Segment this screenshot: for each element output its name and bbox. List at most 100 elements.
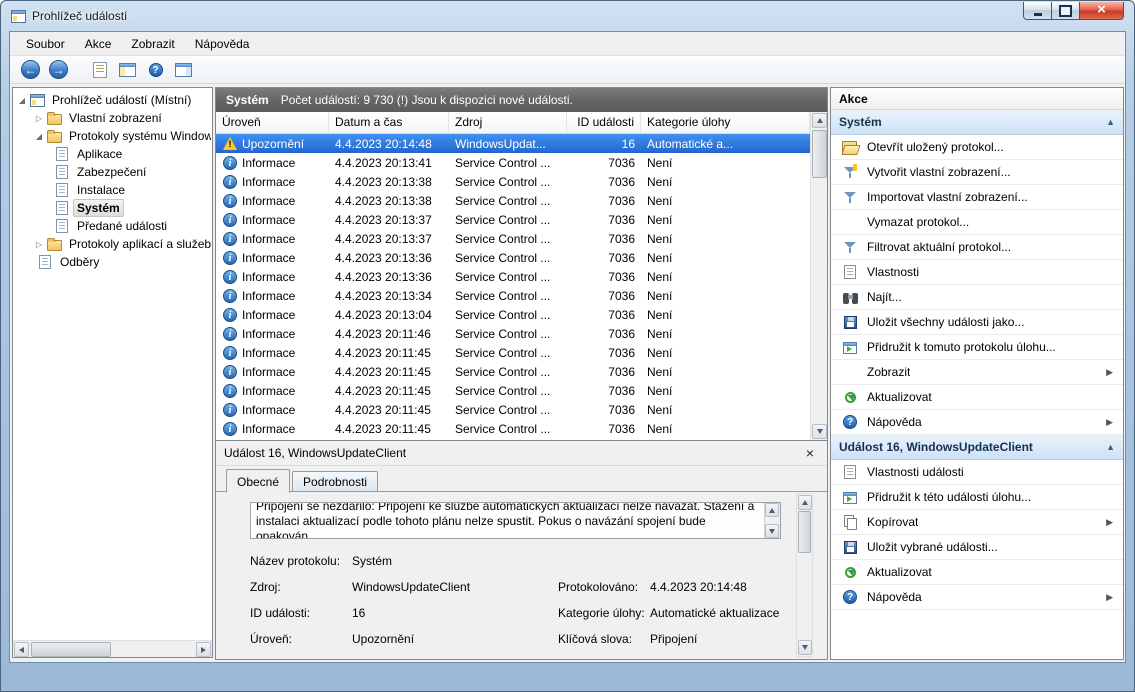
action-section-ud-lost-16-windowsupdateclient[interactable]: Událost 16, WindowsUpdateClient▲	[831, 435, 1123, 460]
tree-item-zabezpe-en[interactable]: Zabezpečení	[14, 163, 211, 181]
forward-button[interactable]	[46, 58, 71, 82]
action-n-pov-da[interactable]: Nápověda▶	[831, 410, 1123, 435]
menu-napoveda[interactable]: Nápověda	[185, 34, 260, 54]
help-button[interactable]	[143, 58, 168, 82]
column-header-zdroj[interactable]: Zdroj	[449, 112, 567, 133]
action-label: Zobrazit	[867, 365, 910, 379]
action-filtrovat-aktu-ln-protokol[interactable]: Filtrovat aktuální protokol...	[831, 235, 1123, 260]
event-id: 7036	[567, 251, 641, 265]
tab-obecn[interactable]: Obecné	[226, 469, 290, 493]
tab-podrobnosti[interactable]: Podrobnosti	[292, 471, 378, 492]
column-header-kategorie-lohy[interactable]: Kategorie úlohy	[641, 112, 810, 133]
scroll-up-button[interactable]	[812, 113, 827, 128]
collapse-section-icon[interactable]: ▲	[1106, 117, 1115, 127]
menu-zobrazit[interactable]: Zobrazit	[121, 34, 184, 54]
event-level: Informace	[242, 213, 295, 227]
action-aktualizovat[interactable]: Aktualizovat	[831, 385, 1123, 410]
field-label	[558, 554, 650, 568]
event-datetime: 4.4.2023 20:13:41	[329, 156, 449, 170]
action-vytvo-it-vlastn-zobrazen[interactable]: Vytvořit vlastní zobrazení...	[831, 160, 1123, 185]
column-header-datum-a-as[interactable]: Datum a čas	[329, 112, 449, 133]
scroll-thumb[interactable]	[812, 130, 827, 178]
action-aktualizovat[interactable]: Aktualizovat	[831, 560, 1123, 585]
action-ulo-it-vybran-ud-losti[interactable]: Uložit vybrané události...	[831, 535, 1123, 560]
event-row[interactable]: Informace4.4.2023 20:13:04Service Contro…	[216, 305, 827, 324]
tree-item-protokoly-syst-mu-windows[interactable]: ◢Protokoly systému Windows	[14, 127, 211, 145]
event-row[interactable]: Informace4.4.2023 20:13:36Service Contro…	[216, 267, 827, 286]
scroll-down-button[interactable]	[812, 424, 827, 439]
tree-item-aplikace[interactable]: Aplikace	[14, 145, 211, 163]
scroll-thumb[interactable]	[798, 511, 811, 553]
close-button[interactable]	[1079, 2, 1124, 20]
event-row[interactable]: Informace4.4.2023 20:13:34Service Contro…	[216, 286, 827, 305]
event-row[interactable]: Informace4.4.2023 20:11:45Service Contro…	[216, 400, 827, 419]
scroll-down-button[interactable]	[798, 640, 812, 655]
column-header-rove[interactable]: Úroveň	[216, 112, 329, 133]
action-kop-rovat[interactable]: Kopírovat▶	[831, 510, 1123, 535]
scroll-down-button[interactable]	[765, 524, 779, 538]
action-vlastnosti[interactable]: Vlastnosti	[831, 260, 1123, 285]
event-source: Service Control ...	[449, 213, 567, 227]
expand-node-icon[interactable]: ▷	[33, 114, 45, 123]
action-otev-t-ulo-en-protokol[interactable]: Otevřít uložený protokol...	[831, 135, 1123, 160]
field-value: Připojení	[650, 632, 781, 646]
collapse-node-icon[interactable]: ◢	[33, 132, 45, 141]
back-button[interactable]	[18, 58, 43, 82]
tree-item-instalace[interactable]: Instalace	[14, 181, 211, 199]
action-p-idru-it-k-t-to-ud-losti-lohu[interactable]: Přidružit k této události úlohu...	[831, 485, 1123, 510]
tree-item-vlastn-zobrazen[interactable]: ▷Vlastní zobrazení	[14, 109, 211, 127]
tree-item-protokoly-aplikac-a-slu-eb[interactable]: ▷Protokoly aplikací a služeb	[14, 235, 211, 253]
scroll-right-button[interactable]	[196, 642, 211, 657]
maximize-button[interactable]	[1051, 2, 1080, 20]
event-row[interactable]: Informace4.4.2023 20:11:46Service Contro…	[216, 324, 827, 343]
description-scrollbar[interactable]	[764, 503, 780, 538]
horizontal-scrollbar[interactable]	[13, 640, 212, 657]
action-importovat-vlastn-zobrazen[interactable]: Importovat vlastní zobrazení...	[831, 185, 1123, 210]
tree-item-odb-ry[interactable]: Odběry	[14, 253, 211, 271]
subscriptions-icon	[39, 255, 51, 269]
event-row[interactable]: Informace4.4.2023 20:13:37Service Contro…	[216, 210, 827, 229]
event-row[interactable]: Informace4.4.2023 20:13:38Service Contro…	[216, 172, 827, 191]
action-pane-toggle-button[interactable]	[171, 58, 196, 82]
event-row[interactable]: Informace4.4.2023 20:11:45Service Contro…	[216, 381, 827, 400]
scroll-left-button[interactable]	[14, 642, 29, 657]
collapse-node-icon[interactable]: ◢	[16, 96, 28, 105]
field-label: Klíčová slova:	[558, 632, 650, 646]
tree-item-p-edan-ud-losti[interactable]: Předané události	[14, 217, 211, 235]
action-vymazat-protokol[interactable]: Vymazat protokol...	[831, 210, 1123, 235]
event-description-box[interactable]: Připojení se nezdařilo: Připojení ke slu…	[250, 502, 781, 539]
menu-akce[interactable]: Akce	[75, 34, 122, 54]
preview-scrollbar[interactable]	[796, 493, 813, 657]
expand-node-icon[interactable]: ▷	[33, 240, 45, 249]
export-list-button[interactable]	[87, 58, 112, 82]
action-section-syst-m[interactable]: Systém▲	[831, 110, 1123, 135]
action-zobrazit[interactable]: Zobrazit▶	[831, 360, 1123, 385]
vertical-scrollbar[interactable]	[810, 112, 827, 440]
toolbar	[10, 56, 1125, 84]
event-row[interactable]: Informace4.4.2023 20:11:45Service Contro…	[216, 362, 827, 381]
event-row[interactable]: Informace4.4.2023 20:11:45Service Contro…	[216, 343, 827, 362]
scroll-up-button[interactable]	[765, 503, 779, 517]
console-tree-toggle-button[interactable]	[115, 58, 140, 82]
menu-soubor[interactable]: Soubor	[16, 34, 75, 54]
close-preview-icon[interactable]: ×	[801, 445, 819, 461]
action-p-idru-it-k-tomuto-protokolu-lohu[interactable]: Přidružit k tomuto protokolu úlohu...	[831, 335, 1123, 360]
action-ulo-it-v-echny-ud-losti-jako[interactable]: Uložit všechny události jako...	[831, 310, 1123, 335]
event-row[interactable]: Informace4.4.2023 20:13:36Service Contro…	[216, 248, 827, 267]
action-n-pov-da[interactable]: Nápověda▶	[831, 585, 1123, 610]
event-row[interactable]: Informace4.4.2023 20:13:37Service Contro…	[216, 229, 827, 248]
event-row[interactable]: Informace4.4.2023 20:11:45Service Contro…	[216, 419, 827, 438]
tree-item-prohl-e-ud-lost-m-stn[interactable]: ◢Prohlížeč událostí (Místní)	[14, 91, 211, 109]
event-row[interactable]: Upozornění4.4.2023 20:14:48WindowsUpdat.…	[216, 134, 827, 153]
event-row[interactable]: Informace4.4.2023 20:13:38Service Contro…	[216, 191, 827, 210]
column-header-id-ud-losti[interactable]: ID události	[567, 112, 641, 133]
collapse-section-icon[interactable]: ▲	[1106, 442, 1115, 452]
titlebar[interactable]: Prohlížeč událostí	[1, 1, 1134, 31]
scroll-thumb[interactable]	[31, 642, 111, 657]
action-naj-t[interactable]: Najít...	[831, 285, 1123, 310]
action-vlastnosti-ud-losti[interactable]: Vlastnosti události	[831, 460, 1123, 485]
scroll-up-button[interactable]	[798, 495, 812, 510]
event-row[interactable]: Informace4.4.2023 20:13:41Service Contro…	[216, 153, 827, 172]
tree-item-syst-m[interactable]: Systém	[14, 199, 211, 217]
minimize-button[interactable]	[1023, 2, 1052, 20]
